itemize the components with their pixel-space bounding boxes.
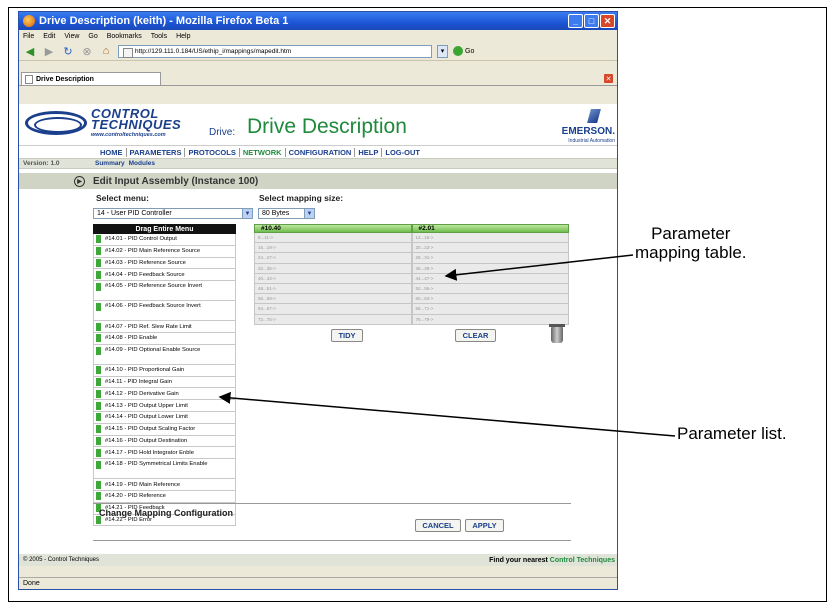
arrow-to-parameter-list (218, 391, 676, 437)
arrow-to-mapping-table (444, 254, 634, 281)
callout-arrows (218, 254, 676, 437)
